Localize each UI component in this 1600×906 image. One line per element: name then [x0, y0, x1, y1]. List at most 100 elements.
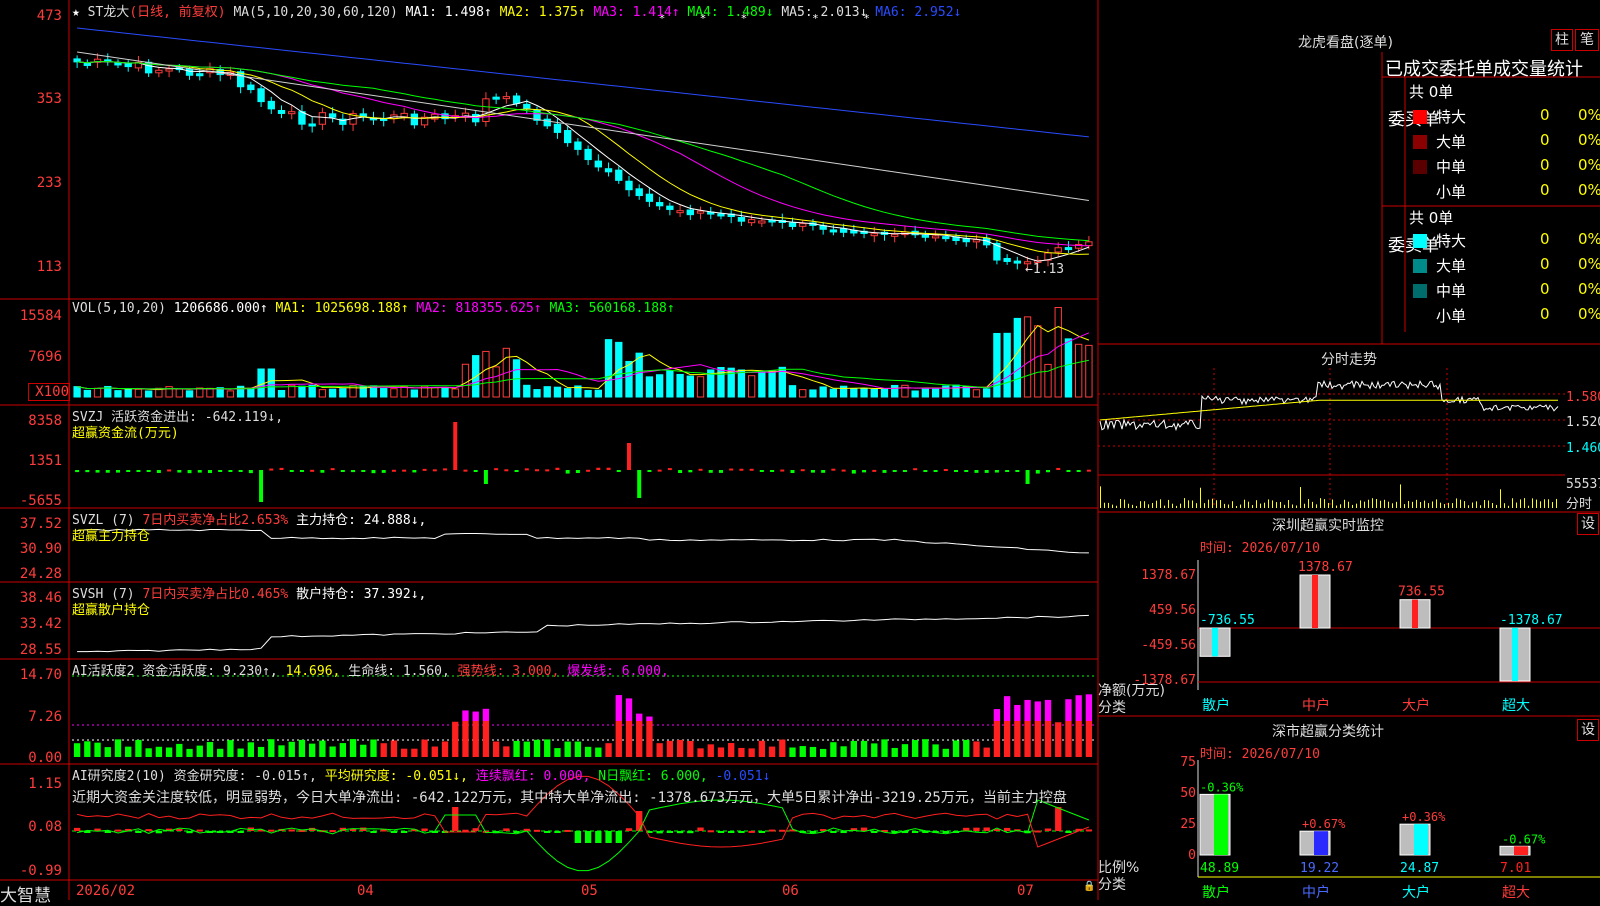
fund-flow-bar [647, 470, 652, 472]
activity-bar [247, 742, 255, 757]
vol-unit-button[interactable]: X100 [28, 383, 70, 401]
intraday-vol-bar [1400, 484, 1401, 508]
date-start: 2026/02 [76, 883, 136, 899]
volume-bar [839, 385, 848, 398]
candle-body [512, 95, 521, 104]
activity-bar [881, 739, 888, 757]
svzj-axis-top: 8358 [28, 413, 62, 429]
buy-row-name: 小单 [1436, 183, 1467, 201]
fund-flow-bar [708, 470, 713, 473]
sell-row-value: 0 [1540, 280, 1550, 298]
favorite-star-icon[interactable]: ★ [72, 5, 80, 20]
buy-row-name: 特大 [1436, 108, 1467, 126]
activity-chart[interactable] [72, 675, 1094, 757]
ai2-last: -0.051↓ [715, 769, 771, 784]
activity-bar [942, 748, 949, 757]
intraday-chart[interactable] [1098, 368, 1565, 508]
candle-body [523, 103, 531, 109]
candlestick-chart[interactable]: * * * * * [73, 12, 1093, 271]
tick-mode-button[interactable]: 笔 [1575, 29, 1599, 51]
volume-bar [993, 332, 1001, 398]
research-bar [830, 831, 837, 833]
volume-chart[interactable] [73, 307, 1093, 398]
volume-bar [380, 388, 388, 398]
activity-bar [278, 745, 285, 757]
ai2-n: N日飘红: 6.000, [598, 769, 708, 784]
activity-bar [666, 740, 674, 757]
retail-holding-chart[interactable] [77, 614, 1089, 653]
fund-flow-chart[interactable] [75, 422, 1091, 502]
buy-label: 委买单 [1388, 110, 1439, 131]
stats-category-label: 中户 [1302, 884, 1330, 900]
intraday-vol-bar [1268, 499, 1269, 508]
ma4-value: MA4: 1.489↓ [687, 5, 774, 20]
activity-bar [319, 740, 326, 757]
candle-body [574, 141, 582, 150]
svzl-sub: 超赢主力持仓 [72, 529, 151, 544]
buy-row-value: 0 [1540, 131, 1550, 149]
period-label[interactable]: (日线, 前复权) [129, 5, 225, 20]
fund-flow-bar [780, 469, 785, 472]
fund-flow-bar [228, 470, 233, 472]
fund-flow-bar [422, 468, 427, 471]
retail-holding-line [77, 614, 1089, 653]
intraday-vol-bar [1540, 501, 1541, 508]
buy-row-swatch [1413, 110, 1427, 124]
ma1-value: MA1: 1.498↑ [405, 5, 492, 20]
lock-icon[interactable]: 🔒 [1083, 881, 1095, 892]
volume-bar [1034, 325, 1042, 398]
ai1-label: AI活跃度2 资金活跃度: 9.230↑, [72, 664, 278, 679]
activity-bar [84, 741, 91, 757]
stats-value-label: 19.22 [1300, 861, 1339, 876]
ma2-line [77, 61, 1089, 255]
fund-flow-bar [361, 470, 366, 472]
intraday-vol-bar [1512, 498, 1513, 508]
volume-bar [1044, 363, 1052, 398]
fund-flow-bar [984, 470, 989, 473]
intraday-vol-bar [1160, 499, 1161, 508]
bar-mode-button[interactable]: 柱 [1551, 29, 1573, 51]
research-bar [768, 829, 776, 832]
low-price-marker: ←1.13 [1025, 262, 1065, 277]
activity-burst-bar [1085, 694, 1093, 721]
candle-body [972, 239, 981, 243]
intraday-vol-bar [1456, 498, 1457, 508]
volume-bar [666, 370, 674, 398]
stats-time: 时间: 2026/07/10 [1200, 747, 1320, 762]
monitor-time: 时间: 2026/07/10 [1200, 541, 1320, 556]
volume-bar [768, 370, 776, 398]
monitor-settings-button[interactable]: 设 [1577, 513, 1599, 535]
activity-bar [1044, 721, 1052, 757]
candle-body [553, 123, 562, 133]
stats-settings-button[interactable]: 设 [1577, 719, 1599, 741]
intraday-vol-bar [1336, 505, 1337, 508]
volume-bar [696, 376, 705, 398]
intraday-vol-bar [1552, 502, 1553, 508]
main-holding-chart[interactable] [77, 528, 1089, 554]
ai2-axis-top: 1.15 [28, 776, 62, 792]
stats-bar-chart: 75 50 25 0 -0.36% 48.89 散户 +0.67% 19.22 中户 +0.36% 2… [1180, 755, 1600, 900]
volume-bar [431, 387, 439, 398]
candle-body [196, 73, 204, 77]
volume-bar [584, 389, 592, 398]
intraday-vol-bar [1264, 502, 1265, 508]
intraday-vol-bar [1212, 498, 1213, 508]
fund-flow-bar [156, 470, 161, 473]
intraday-vol-bar [1352, 504, 1353, 508]
volume-bar [1075, 343, 1083, 398]
sell-row-name: 中单 [1436, 282, 1467, 300]
activity-bar [564, 741, 571, 757]
fund-flow-bar [729, 468, 734, 471]
fund-flow-bar [1046, 470, 1051, 473]
vol-ma3: MA3: 560168.188↑ [549, 301, 675, 316]
fund-flow-bar [1066, 470, 1071, 472]
activity-bar [983, 747, 990, 757]
intraday-vol-bar [1220, 500, 1221, 508]
activity-bar [891, 747, 898, 757]
activity-bar [1055, 722, 1062, 757]
stats-change-label: -0.67% [1502, 832, 1546, 846]
activity-bar [871, 743, 878, 757]
candle-body [758, 220, 766, 224]
fund-flow-bar [923, 470, 928, 472]
candle-body [124, 62, 132, 68]
